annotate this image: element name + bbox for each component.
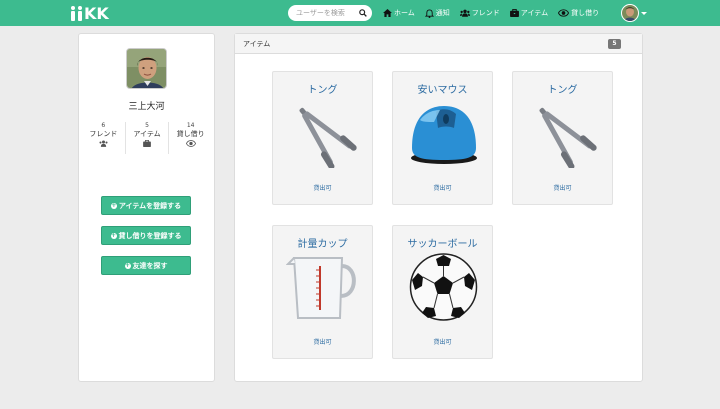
profile-avatar bbox=[126, 48, 167, 89]
item-name-link[interactable]: トング bbox=[273, 81, 372, 96]
mouse-image bbox=[411, 106, 477, 164]
search-input[interactable] bbox=[296, 5, 358, 21]
profile-name: 三上大河 bbox=[128, 102, 165, 112]
stat-count: 5 bbox=[145, 122, 149, 129]
register-lending-button[interactable]: + 貸し借りを登録する bbox=[101, 226, 191, 245]
home-icon bbox=[383, 9, 392, 17]
eye-icon bbox=[558, 9, 570, 17]
bell-icon bbox=[424, 8, 434, 18]
nav-item-items[interactable]: アイテム bbox=[509, 0, 549, 26]
item-card[interactable]: 安いマウス 貸出可 bbox=[392, 71, 493, 205]
item-name-link[interactable]: トング bbox=[513, 81, 612, 96]
stat-label: アイテム bbox=[133, 130, 161, 138]
plus-circle-icon: + bbox=[124, 261, 131, 269]
item-count-badge: 5 bbox=[608, 39, 621, 49]
stat-items[interactable]: 5 アイテム bbox=[126, 122, 170, 154]
item-card[interactable]: トング 貸出可 bbox=[512, 71, 613, 205]
chevron-down-icon[interactable] bbox=[641, 12, 647, 15]
users-icon bbox=[459, 9, 470, 17]
nav-item-label: フレンド bbox=[471, 9, 500, 17]
item-status: 貸出可 bbox=[553, 185, 572, 192]
profile-panel: 三上大河 6 フレンド 5 アイテム 14 貸し借り + アイテムを登録する +… bbox=[78, 33, 215, 382]
item-status: 貸出可 bbox=[433, 339, 452, 346]
nav-item-notifications[interactable]: 通知 bbox=[424, 0, 450, 26]
soccer-ball-image bbox=[409, 253, 478, 321]
nav-menu: ホーム 通知 フレンド アイテム 貸し借り bbox=[383, 0, 609, 26]
item-card[interactable]: トング 貸出可 bbox=[272, 71, 373, 205]
button-label: 貸し借りを登録する bbox=[118, 231, 182, 240]
measuring-cup-image bbox=[286, 257, 356, 319]
users-icon bbox=[99, 140, 108, 147]
brand-logo[interactable]: KK bbox=[70, 3, 109, 23]
item-card[interactable]: 計量カップ 貸出可 bbox=[272, 225, 373, 359]
items-panel: アイテム 5 トング 貸出可 安いマウス 貸出可 トング 貸出可 計量カップ 貸… bbox=[234, 33, 643, 382]
item-name-link[interactable]: 計量カップ bbox=[273, 235, 372, 250]
plus-circle-icon: + bbox=[110, 201, 117, 209]
stat-label: フレンド bbox=[89, 130, 118, 138]
nav-item-home[interactable]: ホーム bbox=[383, 0, 415, 26]
item-status: 貸出可 bbox=[433, 185, 452, 192]
stat-lending[interactable]: 14 貸し借り bbox=[169, 122, 212, 154]
find-friends-button[interactable]: + 友達を探す bbox=[101, 256, 191, 275]
item-status: 貸出可 bbox=[313, 339, 332, 346]
item-name-link[interactable]: 安いマウス bbox=[393, 81, 492, 96]
button-label: アイテムを登録する bbox=[118, 201, 182, 210]
nav-item-label: 通知 bbox=[435, 9, 450, 17]
item-status: 貸出可 bbox=[313, 185, 332, 192]
profile-stats: 6 フレンド 5 アイテム 14 貸し借り bbox=[82, 122, 212, 154]
eye-icon bbox=[185, 140, 196, 147]
stat-count: 14 bbox=[186, 122, 195, 129]
plus-circle-icon: + bbox=[110, 231, 117, 239]
nav-item-label: ホーム bbox=[394, 9, 415, 17]
stat-label: 貸し借り bbox=[176, 130, 205, 138]
search-icon[interactable] bbox=[359, 9, 367, 17]
stat-friends[interactable]: 6 フレンド bbox=[82, 122, 126, 154]
item-card[interactable]: サッカーボール 貸出可 bbox=[392, 225, 493, 359]
briefcase-icon bbox=[143, 140, 151, 147]
register-item-button[interactable]: + アイテムを登録する bbox=[101, 196, 191, 215]
briefcase-icon bbox=[509, 9, 519, 17]
panel-header: アイテム 5 bbox=[235, 34, 642, 54]
brand-name: KK bbox=[84, 3, 109, 23]
button-label: 友達を探す bbox=[132, 261, 168, 270]
panel-title: アイテム bbox=[243, 40, 271, 48]
tongs-image bbox=[299, 107, 357, 168]
nav-item-lending[interactable]: 貸し借り bbox=[558, 0, 599, 26]
top-navbar: KK ホーム 通知 フレンド アイテム 貸し借り bbox=[0, 0, 720, 26]
tongs-image bbox=[539, 107, 597, 168]
nav-item-label: アイテム bbox=[520, 9, 549, 17]
item-name-link[interactable]: サッカーボール bbox=[393, 235, 492, 250]
search-box bbox=[288, 5, 372, 21]
nav-item-label: 貸し借り bbox=[571, 9, 600, 17]
people-logo-icon bbox=[70, 5, 83, 21]
stat-count: 6 bbox=[101, 122, 106, 129]
user-avatar[interactable] bbox=[621, 4, 639, 22]
nav-item-friends[interactable]: フレンド bbox=[459, 0, 500, 26]
